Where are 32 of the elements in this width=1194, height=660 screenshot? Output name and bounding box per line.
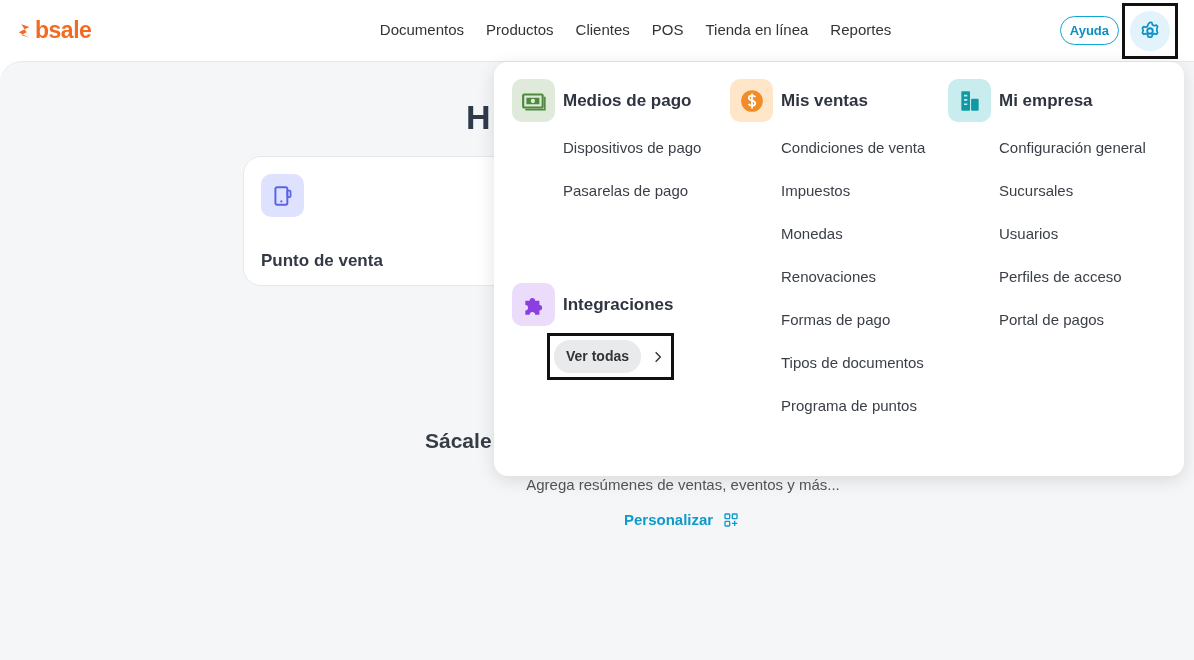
menu-item[interactable]: Usuarios	[948, 212, 1166, 255]
menu-item[interactable]: Perfiles de acceso	[948, 255, 1166, 298]
menu-item[interactable]: Impuestos	[730, 169, 948, 212]
logo-text: bsale	[35, 16, 92, 46]
menu-item[interactable]: Monedas	[730, 212, 948, 255]
add-widget-icon	[723, 511, 740, 528]
dollar-coin-icon	[738, 87, 765, 114]
nav-link[interactable]: Tienda en línea	[694, 15, 820, 46]
menu-item[interactable]: Portal de pagos	[948, 298, 1166, 341]
card-title: Punto de venta	[261, 250, 384, 272]
help-button[interactable]: Ayuda	[1059, 15, 1119, 46]
section-subtitle: Agrega resúmenes de ventas, eventos y más...	[525, 475, 841, 495]
settings-button[interactable]	[1130, 10, 1170, 51]
nav-link[interactable]: Productos	[475, 15, 565, 46]
nav-link[interactable]: Reportes	[819, 15, 903, 46]
group-title: Mi empresa	[999, 89, 1093, 112]
menu-item[interactable]: Programa de puntos	[730, 384, 948, 427]
menu-item[interactable]: Tipos de documentos	[730, 341, 948, 384]
group-title: Integraciones	[563, 293, 674, 316]
menu-item[interactable]: Condiciones de venta	[730, 126, 948, 169]
group-title: Medios de pago	[563, 89, 692, 112]
menu-item[interactable]: Configuración general	[948, 126, 1166, 169]
menu-item[interactable]: Formas de pago	[730, 298, 948, 341]
group-title: Mis ventas	[781, 89, 868, 112]
nav-link[interactable]: POS	[640, 15, 695, 46]
page-heading: H	[466, 100, 490, 136]
nav-link[interactable]: Documentos	[368, 15, 476, 46]
view-all-button[interactable]: Ver todas	[554, 340, 642, 373]
menu-item[interactable]: Renovaciones	[730, 255, 948, 298]
menu-item[interactable]: Sucursales	[948, 169, 1166, 212]
nav-link[interactable]: Clientes	[564, 15, 641, 46]
section-title: Sácale	[425, 428, 493, 454]
